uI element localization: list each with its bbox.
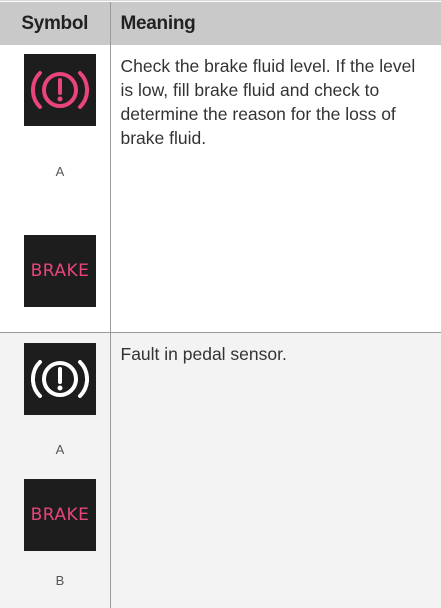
symbol-meaning-table: Symbol Meaning A BRAKE Check the brake f… bbox=[0, 2, 441, 608]
symbol-a-label: A bbox=[55, 442, 65, 457]
brake-warning-circle-icon bbox=[31, 71, 89, 109]
symbol-cell: A BRAKE B bbox=[0, 45, 111, 363]
symbol-b-box: BRAKE bbox=[24, 479, 96, 551]
brake-text-icon: BRAKE bbox=[30, 505, 90, 525]
table-header-row: Symbol Meaning bbox=[0, 2, 441, 45]
table-row: A BRAKE B Check the brake fluid level. I… bbox=[0, 45, 441, 363]
symbol-a-label: A bbox=[55, 164, 65, 179]
header-symbol: Symbol bbox=[0, 2, 111, 45]
meaning-text: Check the brake fluid level. If the leve… bbox=[120, 56, 416, 148]
header-meaning: Meaning bbox=[110, 2, 441, 45]
symbol-a-box bbox=[24, 343, 96, 415]
brake-warning-circle-icon bbox=[31, 360, 89, 398]
symbol-a-box bbox=[24, 54, 96, 126]
table-row: A BRAKE B Fault in pedal sensor. bbox=[0, 332, 441, 608]
symbol-b-label: B bbox=[55, 573, 65, 588]
meaning-text: Fault in pedal sensor. bbox=[120, 344, 287, 364]
page: Symbol Meaning A BRAKE Check the brake f… bbox=[0, 0, 441, 608]
top-rule bbox=[0, 0, 441, 1]
symbol-b-box: BRAKE bbox=[24, 235, 96, 307]
meaning-cell: Fault in pedal sensor. bbox=[110, 332, 441, 608]
meaning-cell: Check the brake fluid level. If the leve… bbox=[110, 45, 441, 333]
brake-text-icon: BRAKE bbox=[30, 261, 90, 281]
symbol-cell: A BRAKE B bbox=[0, 332, 111, 608]
